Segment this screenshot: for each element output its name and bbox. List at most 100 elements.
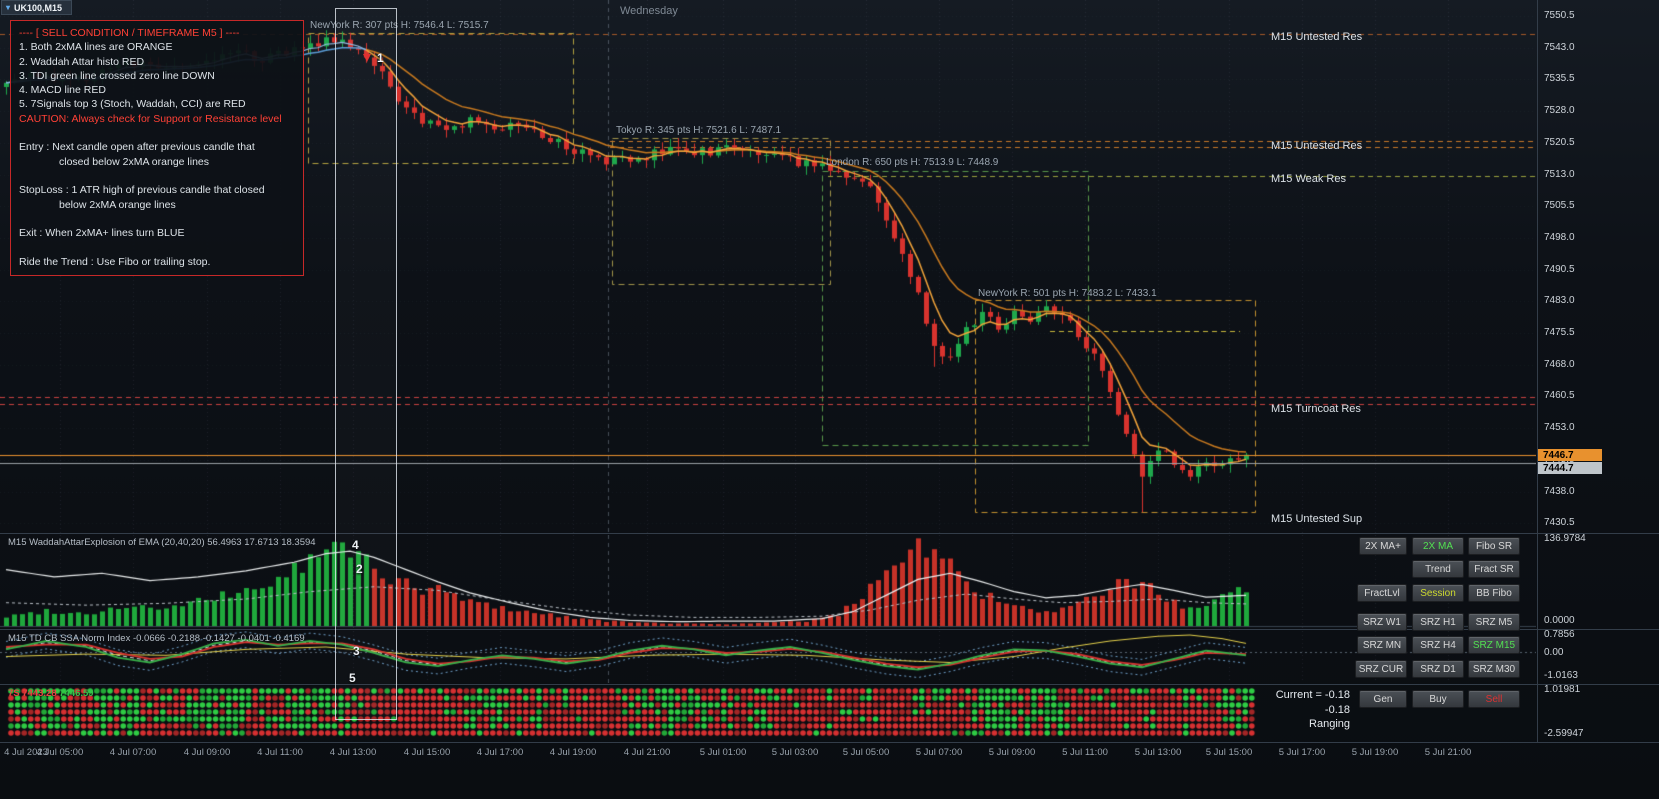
button-srz-m30[interactable]: SRZ M30 [1468,660,1520,678]
level-label: M15 Untested Res [1271,31,1363,43]
button-srz-h1[interactable]: SRZ H1 [1412,613,1464,631]
button-fibo-sr[interactable]: Fibo SR [1468,537,1520,555]
price-tick: 7520.5 [1544,136,1575,148]
button-srz-m15[interactable]: SRZ M15 [1468,636,1520,654]
panel-separator[interactable] [0,629,1659,630]
button-srz-cur[interactable]: SRZ CUR [1355,660,1407,678]
signals-status-mode: Ranging [1309,718,1350,730]
price-tick: 7543.0 [1544,41,1575,53]
price-tick: 7430.5 [1544,517,1575,529]
tdi-panel-label: M15 TD CB SSA Norm Index -0.0666 -0.2188… [8,633,305,644]
signals-status-value: -0.18 [1324,703,1350,716]
button-srz-h4[interactable]: SRZ H4 [1412,636,1464,654]
waddah-panel-canvas[interactable] [0,535,1536,628]
ask-price-box: 7446.7 [1538,449,1602,461]
annotation-line: below 2xMA orange lines [59,198,176,211]
time-label: 4 Jul 11:00 [257,747,303,758]
time-label: 4 Jul 15:00 [403,747,451,758]
button-srz-d1[interactable]: SRZ D1 [1412,660,1464,678]
price-tick: 7535.5 [1544,73,1575,85]
button-trend[interactable]: Trend [1412,560,1464,578]
button-sell[interactable]: Sell [1468,690,1520,708]
annotation-line: StopLoss : 1 ATR high of previous candle… [19,184,265,197]
time-label: 4 Jul 17:00 [476,747,524,758]
price-tick: 7513.0 [1544,168,1575,180]
time-label: 4 Jul 13:00 [329,747,377,758]
price-tick: 7453.0 [1544,422,1575,434]
signals-label-value-red: 7S 7443.28 [8,688,57,699]
time-label: 5 Jul 17:00 [1278,747,1326,758]
button-srz-m5[interactable]: SRZ M5 [1468,613,1520,631]
signal-marker-2: 2 [356,562,363,576]
time-label: 5 Jul 21:00 [1424,747,1472,758]
session-label: NewYork R: 307 pts H: 7546.4 L: 7515.7 [310,20,489,31]
price-tick: 7468.0 [1544,358,1575,370]
level-label: M15 Weak Res [1271,173,1346,185]
session-label: Tokyo R: 345 pts H: 7521.6 L: 7487.1 [616,125,782,136]
mt4-chart-window: ▾ UK100,M15 Wednesday ---- [ SELL CONDIT… [0,0,1659,799]
annotation-line: 3. TDI green line crossed zero line DOWN [19,69,215,82]
annotation-line [19,240,295,254]
level-label: M15 Turncoat Res [1271,403,1361,415]
panel-separator[interactable] [0,684,1659,685]
time-label: 4 Jul 21:00 [623,747,671,758]
signal-marker-1: 1 [377,51,384,65]
button-srz-w1[interactable]: SRZ W1 [1357,613,1407,631]
price-tick: 7505.5 [1544,200,1575,212]
annotation-line [19,126,295,140]
price-scale[interactable]: 7550.5 7543.0 7535.5 7528.0 7520.5 7513.0 7505… [1537,0,1659,742]
price-tick: 7483.0 [1544,295,1575,307]
signals-status: Current = -0.18 -0.18 Ranging [1256,688,1350,732]
time-label: 5 Jul 03:00 [771,747,819,758]
time-label: 5 Jul 07:00 [915,747,963,758]
signals-status-current: Current = -0.18 [1275,689,1350,701]
annotation-line: closed below 2xMA orange lines [59,155,210,168]
level-label: M15 Untested Sup [1271,513,1363,525]
indicator-scale-tick: 136.9784 [1544,533,1586,544]
symbol-tab-label: UK100,M15 [14,2,63,13]
button-srz-mn[interactable]: SRZ MN [1357,636,1407,654]
time-label: 4 Jul 09:00 [183,747,231,758]
time-axis[interactable]: 4 Jul 2023 4 Jul 05:00 4 Jul 07:00 4 Jul 09… [0,742,1659,799]
session-label: NewYork R: 501 pts H: 7483.2 L: 7433.1 [978,288,1157,299]
button-bb-fibo[interactable]: BB Fibo [1468,584,1520,602]
bid-price-box: 7444.7 [1538,462,1602,474]
annotation-line: CAUTION: Always check for Support or Res… [19,112,282,125]
annotation-line: Entry : Next candle open after previous … [19,141,255,154]
waddah-panel-label: M15 WaddahAttarExplosion of EMA (20,40,2… [8,537,316,548]
price-tick: 7475.5 [1544,327,1575,338]
button-fract-sr[interactable]: Fract SR [1468,560,1520,578]
time-label: 5 Jul 09:00 [988,747,1036,758]
signal-marker-5: 5 [349,671,356,685]
annotation-line: 5. 7Signals top 3 (Stoch, Waddah, CCI) a… [19,98,246,111]
sell-arrow-icon [363,54,371,62]
signal-marker-3: 3 [353,644,360,658]
button-2x-ma[interactable]: 2X MA [1412,537,1464,555]
price-tick: 7438.0 [1544,485,1575,497]
price-tick: 7498.0 [1544,231,1575,243]
annotation-line: 2. Waddah Attar histo RED [19,55,145,68]
sell-condition-note: ---- [ SELL CONDITION / TIMEFRAME M5 ] -… [10,20,304,276]
panel-separator[interactable] [0,533,1659,534]
button-2x-ma-[interactable]: 2X MA+ [1359,537,1407,555]
level-label: M15 Untested Res [1271,140,1363,152]
button-session[interactable]: Session [1412,584,1464,602]
indicator-scale-tick: 0.00 [1544,647,1564,658]
day-separator-label: Wednesday [620,5,678,17]
signals-label-value-green: 7446.59 [59,688,94,699]
time-label: 5 Jul 13:00 [1134,747,1182,758]
annotation-line: ---- [ SELL CONDITION / TIMEFRAME M5 ] -… [19,27,240,39]
indicator-scale-tick: 0.0000 [1544,615,1575,626]
button-fractlvl[interactable]: FractLvl [1357,584,1407,602]
price-tick: 7550.5 [1544,10,1575,21]
time-label: 5 Jul 05:00 [842,747,890,758]
button-gen[interactable]: Gen [1359,690,1407,708]
symbol-tab[interactable]: ▾ UK100,M15 [1,0,73,15]
price-tick: 7460.5 [1544,390,1575,402]
time-label: 5 Jul 11:00 [1062,747,1108,758]
annotation-line: Ride the Trend : Use Fibo or trailing st… [19,255,211,268]
button-buy[interactable]: Buy [1412,690,1464,708]
session-label: London R: 650 pts H: 7513.9 L: 7448.9 [826,157,999,168]
time-label: 4 Jul 07:00 [109,747,157,758]
annotation-line: 1. Both 2xMA lines are ORANGE [19,41,173,54]
